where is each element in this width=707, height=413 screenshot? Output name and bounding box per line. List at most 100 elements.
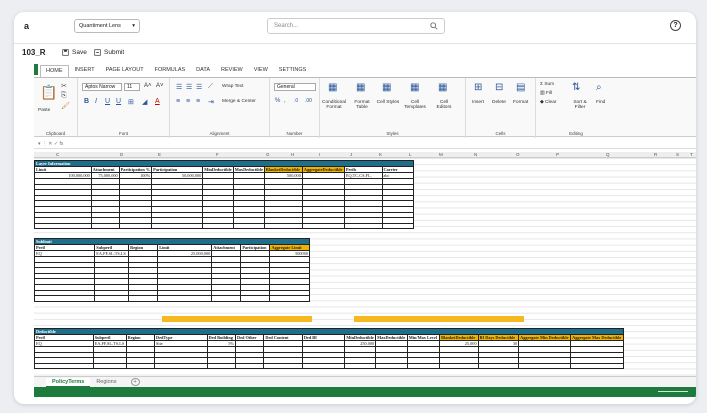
- cell[interactable]: EA,FF,SL,TS,LS: [92, 340, 127, 347]
- tab-review[interactable]: REVIEW: [216, 65, 248, 77]
- tab-formulas[interactable]: FORMULAS: [150, 65, 191, 77]
- fill-button[interactable]: ▥ Fill: [540, 91, 552, 96]
- search-input[interactable]: Search...: [267, 18, 445, 34]
- col-header[interactable]: I: [319, 152, 320, 157]
- border-icon[interactable]: ⊞: [128, 98, 134, 106]
- col-header[interactable]: P: [556, 152, 559, 157]
- bold-icon[interactable]: B: [84, 98, 89, 105]
- cut-icon[interactable]: ✂: [61, 82, 67, 90]
- clear-button[interactable]: ◆ Clear: [540, 100, 557, 105]
- find-icon[interactable]: ⌕: [596, 82, 602, 93]
- col-header[interactable]: K: [379, 152, 382, 157]
- col-header[interactable]: E: [158, 152, 161, 157]
- header-cell[interactable]: Attachment: [90, 166, 120, 173]
- header-cell[interactable]: Participation %: [118, 166, 153, 173]
- sort-filter-label[interactable]: Sort & Filter: [569, 100, 591, 110]
- format-table-label[interactable]: Format Table: [352, 100, 372, 110]
- help-icon[interactable]: ?: [670, 20, 681, 31]
- font-size-select[interactable]: 11: [124, 83, 140, 91]
- conditional-format-icon[interactable]: ▦: [328, 82, 337, 93]
- number-format-select[interactable]: General: [274, 83, 316, 91]
- header-cell[interactable]: MinDeductible: [344, 334, 377, 341]
- workspace-select[interactable]: Quantiment Lens ▾: [74, 19, 140, 33]
- align-center-icon[interactable]: ≡: [186, 98, 190, 105]
- fill-color-icon[interactable]: ◢: [142, 98, 147, 106]
- name-box-chevron-icon[interactable]: ▾ ⋮ ✕ ✓ fx: [38, 141, 63, 147]
- cell-styles-icon[interactable]: ▦: [382, 82, 391, 93]
- font-grow-icon[interactable]: A˄: [144, 83, 152, 89]
- sheet-tab-policyterms[interactable]: PolicyTerms: [46, 377, 91, 387]
- tab-page-layout[interactable]: PAGE LAYOUT: [101, 65, 149, 77]
- sum-button[interactable]: Σ Sum: [540, 82, 554, 87]
- zoom-slider[interactable]: [658, 391, 688, 392]
- header-cell[interactable]: Participation: [240, 244, 271, 251]
- col-header[interactable]: C: [56, 152, 59, 157]
- cell[interactable]: EA,FF,SL,TS,LS: [94, 250, 130, 257]
- col-header[interactable]: O: [516, 152, 520, 157]
- cell-editors-icon[interactable]: ▦: [438, 82, 447, 93]
- align-left-icon[interactable]: ≡: [176, 98, 180, 105]
- comma-icon[interactable]: ,: [284, 98, 286, 104]
- align-right-icon[interactable]: ≡: [196, 98, 200, 105]
- col-header[interactable]: G: [266, 152, 270, 157]
- format-table-icon[interactable]: ▦: [356, 82, 365, 93]
- paste-label[interactable]: Paste: [38, 108, 50, 113]
- copy-icon[interactable]: ⎘: [61, 92, 67, 100]
- header-cell[interactable]: BlanketDeductible: [439, 334, 479, 341]
- insert-cells-label[interactable]: Insert: [472, 100, 484, 105]
- align-bottom-icon[interactable]: ☰: [196, 83, 202, 91]
- col-header[interactable]: F: [216, 152, 219, 157]
- header-cell[interactable]: BlanketDeductible: [263, 166, 303, 173]
- cell-templates-icon[interactable]: ▦: [410, 82, 419, 93]
- sort-filter-icon[interactable]: ⇅: [572, 82, 580, 93]
- col-header[interactable]: Q: [606, 152, 610, 157]
- col-header[interactable]: D: [120, 152, 123, 157]
- cell-editors-label[interactable]: Cell Editors: [433, 100, 455, 110]
- tab-view[interactable]: VIEW: [249, 65, 273, 77]
- col-header[interactable]: S: [676, 152, 679, 157]
- align-top-icon[interactable]: ☰: [176, 83, 182, 91]
- delete-cells-icon[interactable]: ⊟: [495, 82, 503, 93]
- conditional-format-label[interactable]: Conditional Format: [321, 100, 347, 110]
- header-cell[interactable]: Ded Building: [206, 334, 237, 341]
- tab-settings[interactable]: SETTINGS: [274, 65, 312, 77]
- col-header[interactable]: J: [350, 152, 352, 157]
- col-header[interactable]: L: [409, 152, 412, 157]
- header-cell[interactable]: AggregateDeductible: [301, 166, 345, 173]
- tab-insert[interactable]: INSERT: [70, 65, 100, 77]
- search-icon[interactable]: [430, 22, 438, 30]
- cell-styles-label[interactable]: Cell Styles: [376, 100, 400, 105]
- cell-templates-label[interactable]: Cell Templates: [403, 100, 427, 110]
- submit-button[interactable]: Submit: [94, 49, 124, 56]
- align-middle-icon[interactable]: ☰: [186, 83, 192, 91]
- col-header[interactable]: H: [291, 152, 294, 157]
- header-cell[interactable]: MinDeductible: [202, 166, 234, 173]
- tab-home[interactable]: HOME: [40, 65, 69, 77]
- header-cell[interactable]: Min/Max Level: [406, 334, 441, 341]
- col-header[interactable]: R: [654, 152, 657, 157]
- wrap-text-button[interactable]: Wrap Text: [222, 84, 243, 89]
- col-header[interactable]: T: [690, 152, 693, 157]
- insert-cells-icon[interactable]: ⊞: [474, 82, 482, 93]
- delete-cells-label[interactable]: Delete: [492, 100, 506, 105]
- spreadsheet-grid[interactable]: Layer Information Limit Attachment Parti…: [34, 158, 696, 376]
- add-sheet-icon[interactable]: +: [130, 378, 140, 386]
- indent-icon[interactable]: ⇥: [208, 98, 214, 106]
- header-cell[interactable]: BI Days Deductible: [477, 334, 520, 341]
- col-header[interactable]: N: [474, 152, 477, 157]
- save-button[interactable]: Save: [62, 49, 87, 56]
- col-header[interactable]: M: [439, 152, 443, 157]
- tab-data[interactable]: DATA: [191, 65, 215, 77]
- format-cells-label[interactable]: Format: [513, 100, 528, 105]
- decrease-decimal-icon[interactable]: .00: [305, 98, 312, 104]
- percent-icon[interactable]: %: [275, 98, 280, 104]
- font-shrink-icon[interactable]: A˅: [156, 83, 164, 89]
- find-label[interactable]: Find: [596, 100, 605, 105]
- font-color-icon[interactable]: A: [155, 98, 160, 105]
- double-underline-icon[interactable]: U: [116, 98, 121, 105]
- orientation-icon[interactable]: ⟋: [208, 83, 213, 91]
- underline-icon[interactable]: U: [105, 98, 110, 105]
- header-cell[interactable]: Aggregate Max Deductible: [570, 334, 624, 341]
- increase-decimal-icon[interactable]: .0: [294, 98, 298, 104]
- merge-center-button[interactable]: Merge & Center: [222, 99, 256, 104]
